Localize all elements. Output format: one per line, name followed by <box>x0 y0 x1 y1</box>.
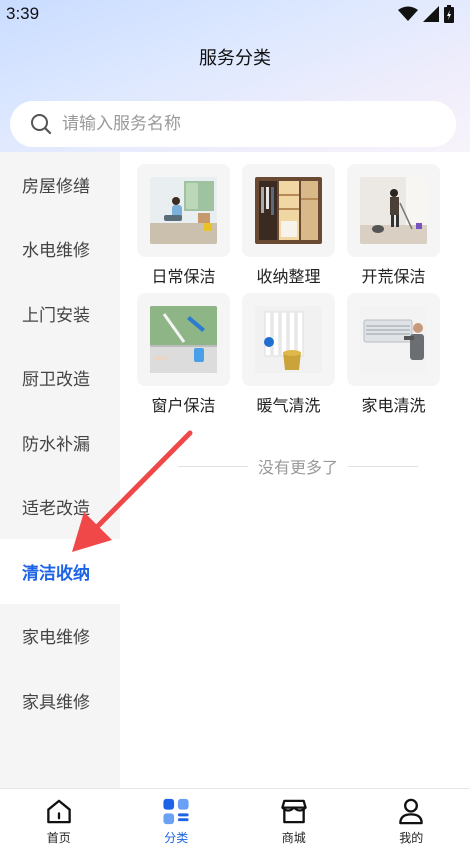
service-grid: 日常保洁 收纳整理 开荒保洁 窗户保洁 暖气清洗 家电清洗 <box>137 164 440 415</box>
service-thumb <box>347 164 440 257</box>
service-label: 暖气清洗 <box>256 396 321 415</box>
sidebar-item-furniture-repair[interactable]: 家具维修 <box>0 668 120 733</box>
search-icon <box>31 114 52 135</box>
divider-line <box>348 465 419 467</box>
sidebar-item-installation[interactable]: 上门安装 <box>0 281 120 346</box>
service-content: 日常保洁 收纳整理 开荒保洁 窗户保洁 暖气清洗 家电清洗 没有更多了 <box>120 152 470 788</box>
service-label: 日常保洁 <box>151 267 216 286</box>
service-appliance-cleaning[interactable]: 家电清洗 <box>347 293 440 415</box>
divider-line <box>178 465 248 467</box>
service-window-cleaning[interactable]: 窗户保洁 <box>137 293 230 415</box>
status-bar: 3:39 <box>0 0 470 28</box>
status-icons <box>398 5 454 23</box>
service-daily-cleaning[interactable]: 日常保洁 <box>137 164 230 286</box>
daily-cleaning-photo <box>150 177 217 244</box>
signal-icon <box>423 6 439 22</box>
service-label: 开荒保洁 <box>361 267 426 286</box>
service-label: 家电清洗 <box>361 396 426 415</box>
shop-icon <box>280 799 307 824</box>
service-thumb <box>242 164 335 257</box>
status-time: 3:39 <box>6 4 40 23</box>
tab-label: 分类 <box>164 831 189 845</box>
tab-label: 商城 <box>281 831 306 845</box>
page-title: 服务分类 <box>199 48 271 69</box>
search-input[interactable] <box>62 114 422 134</box>
battery-icon <box>444 5 454 23</box>
radiator-cleaning-photo <box>255 306 322 373</box>
service-storage-organizing[interactable]: 收纳整理 <box>242 164 335 286</box>
tab-shop[interactable]: 商城 <box>235 789 353 846</box>
bottom-tabbar: 首页 分类 商城 我的 <box>0 788 470 846</box>
storage-organizing-photo <box>255 177 322 244</box>
window-cleaning-photo <box>150 306 217 373</box>
service-thumb <box>347 293 440 386</box>
service-label: 收纳整理 <box>256 267 321 286</box>
category-icon <box>163 798 189 825</box>
deep-cleaning-photo <box>360 177 427 244</box>
tab-profile[interactable]: 我的 <box>353 789 470 846</box>
sidebar-item-waterproofing[interactable]: 防水补漏 <box>0 410 120 475</box>
sidebar-item-house-repair[interactable]: 房屋修缮 <box>0 152 120 217</box>
sidebar-item-cleaning-storage[interactable]: 清洁收纳 <box>0 539 120 604</box>
service-deep-cleaning[interactable]: 开荒保洁 <box>347 164 440 286</box>
profile-icon <box>399 798 424 825</box>
appliance-cleaning-photo <box>360 306 427 373</box>
sidebar-item-plumbing-electrical[interactable]: 水电维修 <box>0 217 120 282</box>
no-more-divider: 没有更多了 <box>178 454 419 478</box>
sidebar-item-kitchen-bath[interactable]: 厨卫改造 <box>0 346 120 411</box>
wifi-icon <box>398 6 418 21</box>
search-bar[interactable] <box>10 101 456 147</box>
service-label: 窗户保洁 <box>151 396 216 415</box>
service-radiator-cleaning[interactable]: 暖气清洗 <box>242 293 335 415</box>
service-thumb <box>137 293 230 386</box>
home-icon <box>46 799 71 824</box>
tab-label: 首页 <box>46 831 71 845</box>
sidebar-item-elderly-renovation[interactable]: 适老改造 <box>0 475 120 540</box>
sidebar-item-appliance-repair[interactable]: 家电维修 <box>0 604 120 669</box>
service-thumb <box>242 293 335 386</box>
service-thumb <box>137 164 230 257</box>
tab-home[interactable]: 首页 <box>0 789 118 846</box>
tab-category[interactable]: 分类 <box>118 789 236 846</box>
tab-label: 我的 <box>399 831 424 845</box>
no-more-text: 没有更多了 <box>258 458 339 477</box>
category-sidebar: 房屋修缮 水电维修 上门安装 厨卫改造 防水补漏 适老改造 清洁收纳 家电维修 … <box>0 152 120 788</box>
